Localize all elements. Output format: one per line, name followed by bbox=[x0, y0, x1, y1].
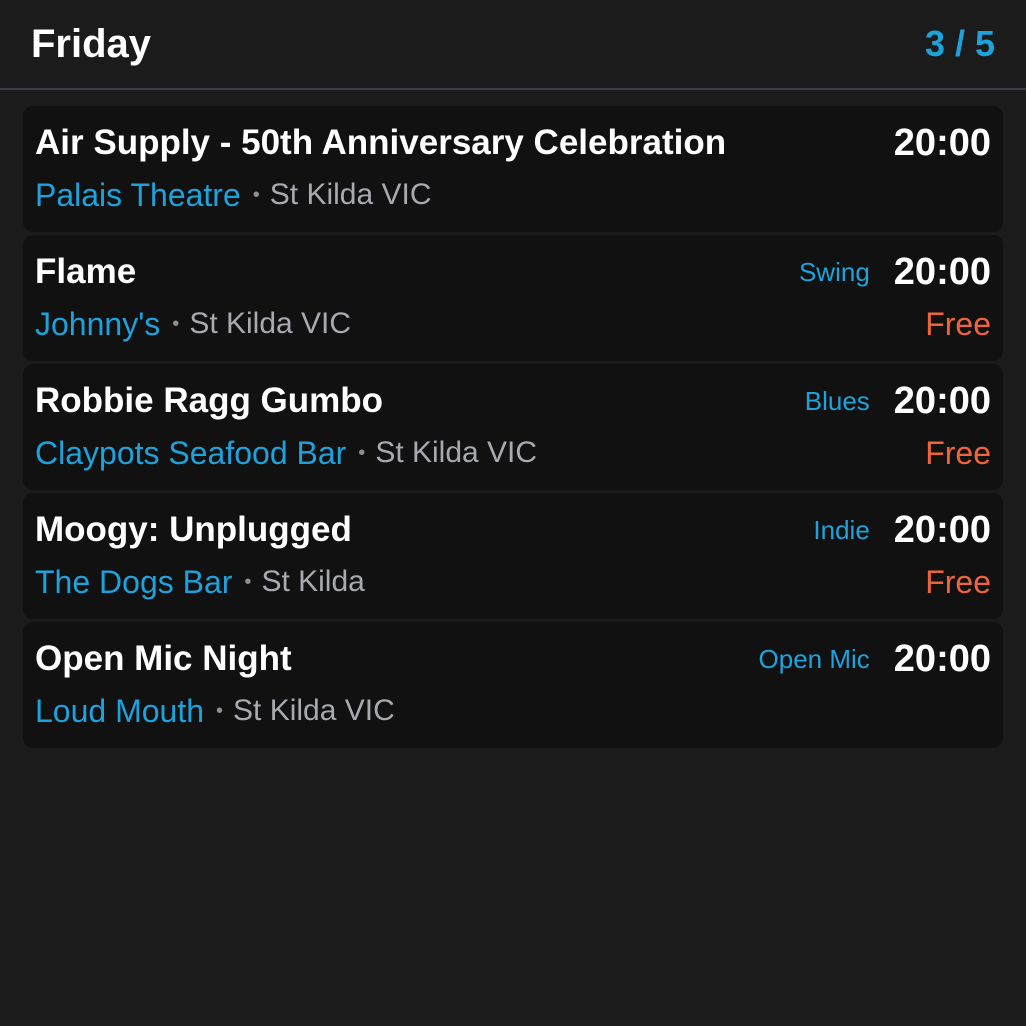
event-header-row: Moogy: Unplugged Indie 20:00 bbox=[35, 507, 991, 553]
event-card[interactable]: Flame Swing 20:00 Johnny's • St Kilda VI… bbox=[23, 235, 1003, 361]
bullet-separator: • bbox=[358, 441, 366, 464]
event-location: St Kilda bbox=[261, 565, 365, 598]
event-header-row: Open Mic Night Open Mic 20:00 bbox=[35, 636, 991, 682]
header: Friday 3 / 5 bbox=[0, 0, 1026, 90]
event-time: 20:00 bbox=[893, 379, 991, 422]
event-title: Robbie Ragg Gumbo bbox=[35, 381, 384, 420]
event-card[interactable]: Open Mic Night Open Mic 20:00 Loud Mouth… bbox=[23, 622, 1003, 748]
event-title: Flame bbox=[35, 252, 137, 291]
day-title: Friday bbox=[31, 21, 152, 66]
event-header-row: Robbie Ragg Gumbo Blues 20:00 bbox=[35, 378, 991, 424]
event-venue-row: The Dogs Bar • St Kilda Free bbox=[35, 556, 991, 608]
event-venue-row: Palais Theatre • St Kilda VIC bbox=[35, 169, 991, 221]
event-list: Air Supply - 50th Anniversary Celebratio… bbox=[0, 90, 1026, 748]
event-title: Open Mic Night bbox=[35, 639, 292, 678]
event-price: Free bbox=[925, 305, 991, 342]
event-header-row: Flame Swing 20:00 bbox=[35, 249, 991, 295]
event-venue-row: Loud Mouth • St Kilda VIC bbox=[35, 685, 991, 737]
event-genre: Indie bbox=[813, 514, 870, 545]
event-card[interactable]: Air Supply - 50th Anniversary Celebratio… bbox=[23, 106, 1003, 232]
event-genre: Open Mic bbox=[758, 643, 870, 674]
event-venue-row: Johnny's • St Kilda VIC Free bbox=[35, 298, 991, 350]
bullet-separator: • bbox=[244, 570, 252, 593]
event-genre: Blues bbox=[804, 385, 870, 416]
event-title: Moogy: Unplugged bbox=[35, 510, 352, 549]
event-card[interactable]: Moogy: Unplugged Indie 20:00 The Dogs Ba… bbox=[23, 493, 1003, 619]
event-venue-link[interactable]: Palais Theatre bbox=[35, 177, 241, 214]
bullet-separator: • bbox=[252, 183, 260, 206]
bullet-separator: • bbox=[172, 312, 180, 335]
event-venue-link[interactable]: Loud Mouth bbox=[35, 693, 204, 730]
event-location: St Kilda VIC bbox=[375, 436, 538, 469]
event-genre: Swing bbox=[798, 256, 870, 287]
page-indicator[interactable]: 3 / 5 bbox=[925, 23, 995, 65]
event-location: St Kilda VIC bbox=[233, 694, 395, 727]
event-time: 20:00 bbox=[893, 508, 991, 551]
event-title: Air Supply - 50th Anniversary Celebratio… bbox=[35, 123, 727, 162]
bullet-separator: • bbox=[216, 699, 224, 722]
event-venue-link[interactable]: Johnny's bbox=[35, 306, 160, 343]
event-time: 20:00 bbox=[893, 250, 991, 293]
event-time: 20:00 bbox=[893, 637, 991, 680]
event-header-row: Air Supply - 50th Anniversary Celebratio… bbox=[35, 120, 991, 166]
event-price: Free bbox=[925, 563, 991, 600]
event-card[interactable]: Robbie Ragg Gumbo Blues 20:00 Claypots S… bbox=[23, 364, 1003, 490]
event-venue-row: Claypots Seafood Bar • St Kilda VIC Free bbox=[35, 427, 991, 479]
event-venue-link[interactable]: The Dogs Bar bbox=[35, 564, 232, 601]
event-location: St Kilda VIC bbox=[189, 307, 352, 340]
event-venue-link[interactable]: Claypots Seafood Bar bbox=[35, 435, 346, 472]
event-time: 20:00 bbox=[893, 121, 991, 164]
event-location: St Kilda VIC bbox=[269, 178, 432, 211]
event-price: Free bbox=[925, 434, 991, 471]
